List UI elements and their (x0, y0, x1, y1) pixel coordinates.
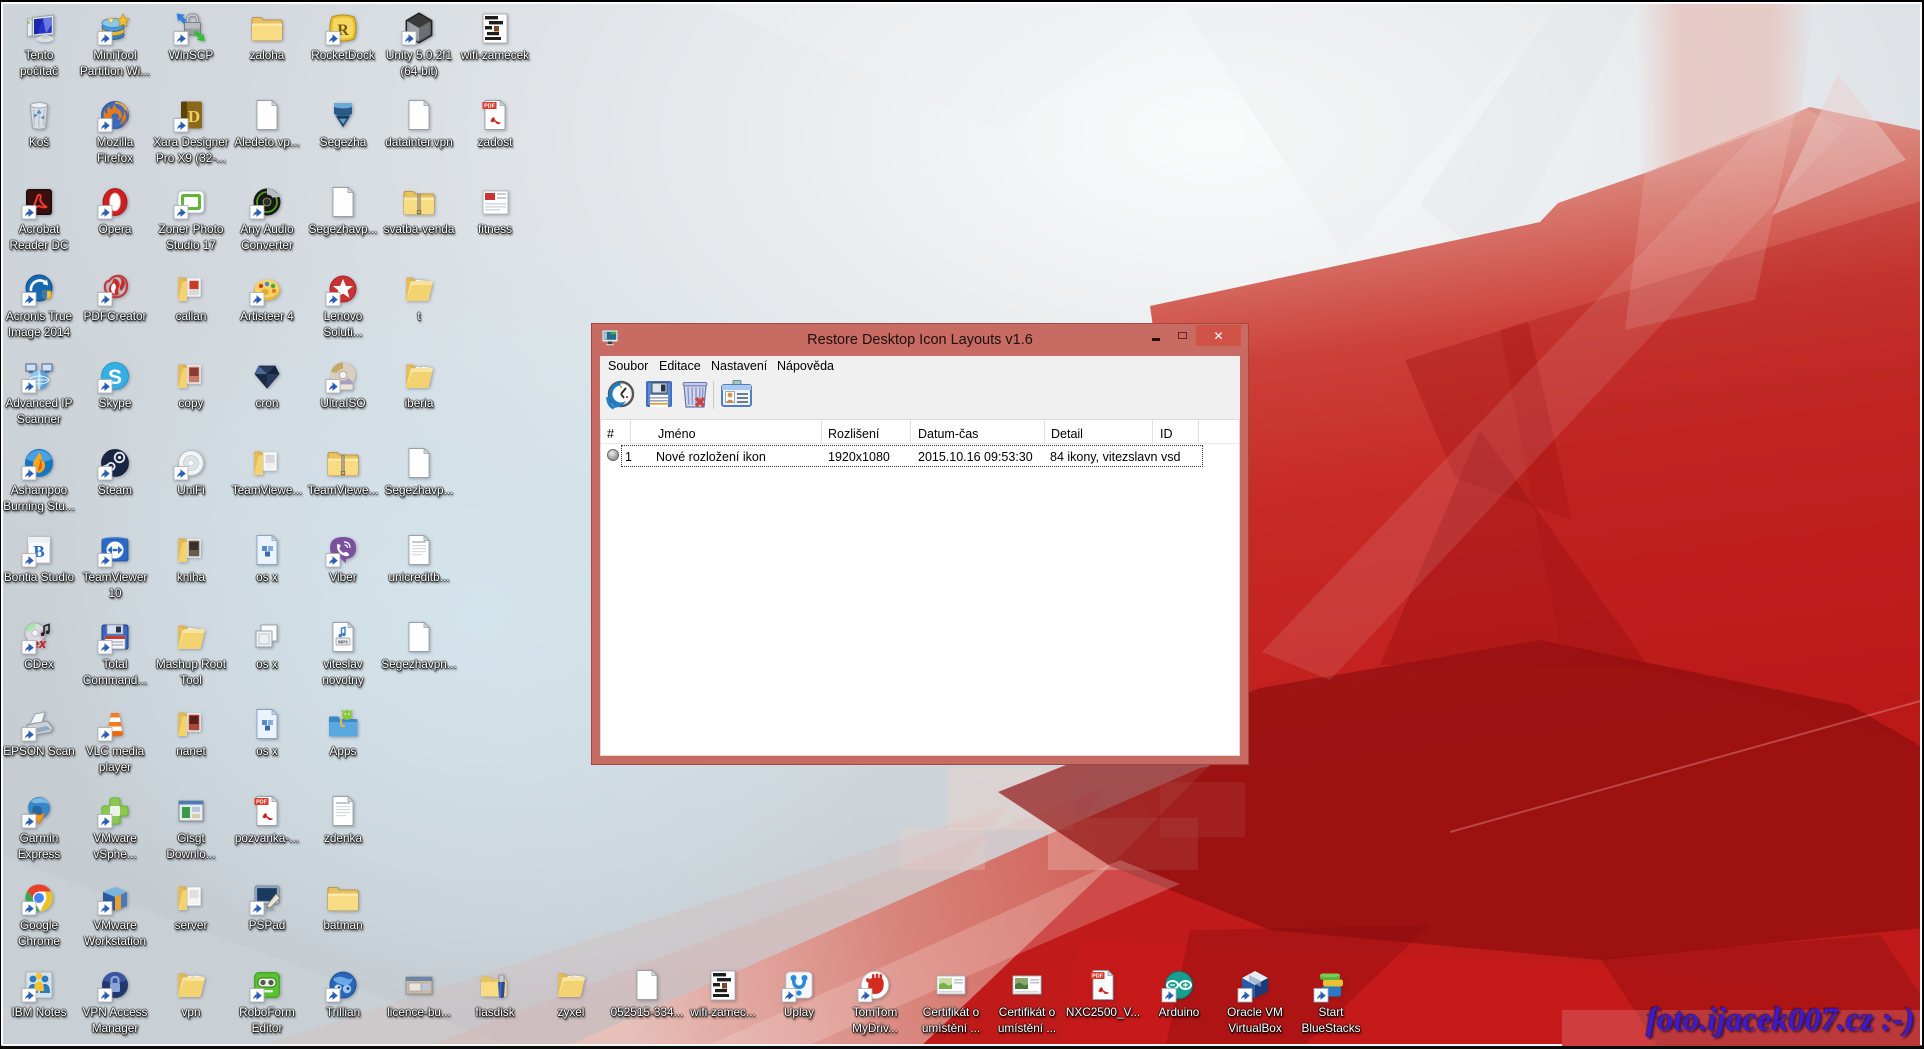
svg-text:PDF: PDF (1092, 974, 1103, 980)
svg-text:D: D (188, 107, 200, 126)
svg-text:MP3: MP3 (338, 640, 348, 645)
svg-text:PDF: PDF (484, 104, 495, 110)
svg-text:PDF: PDF (256, 800, 267, 806)
